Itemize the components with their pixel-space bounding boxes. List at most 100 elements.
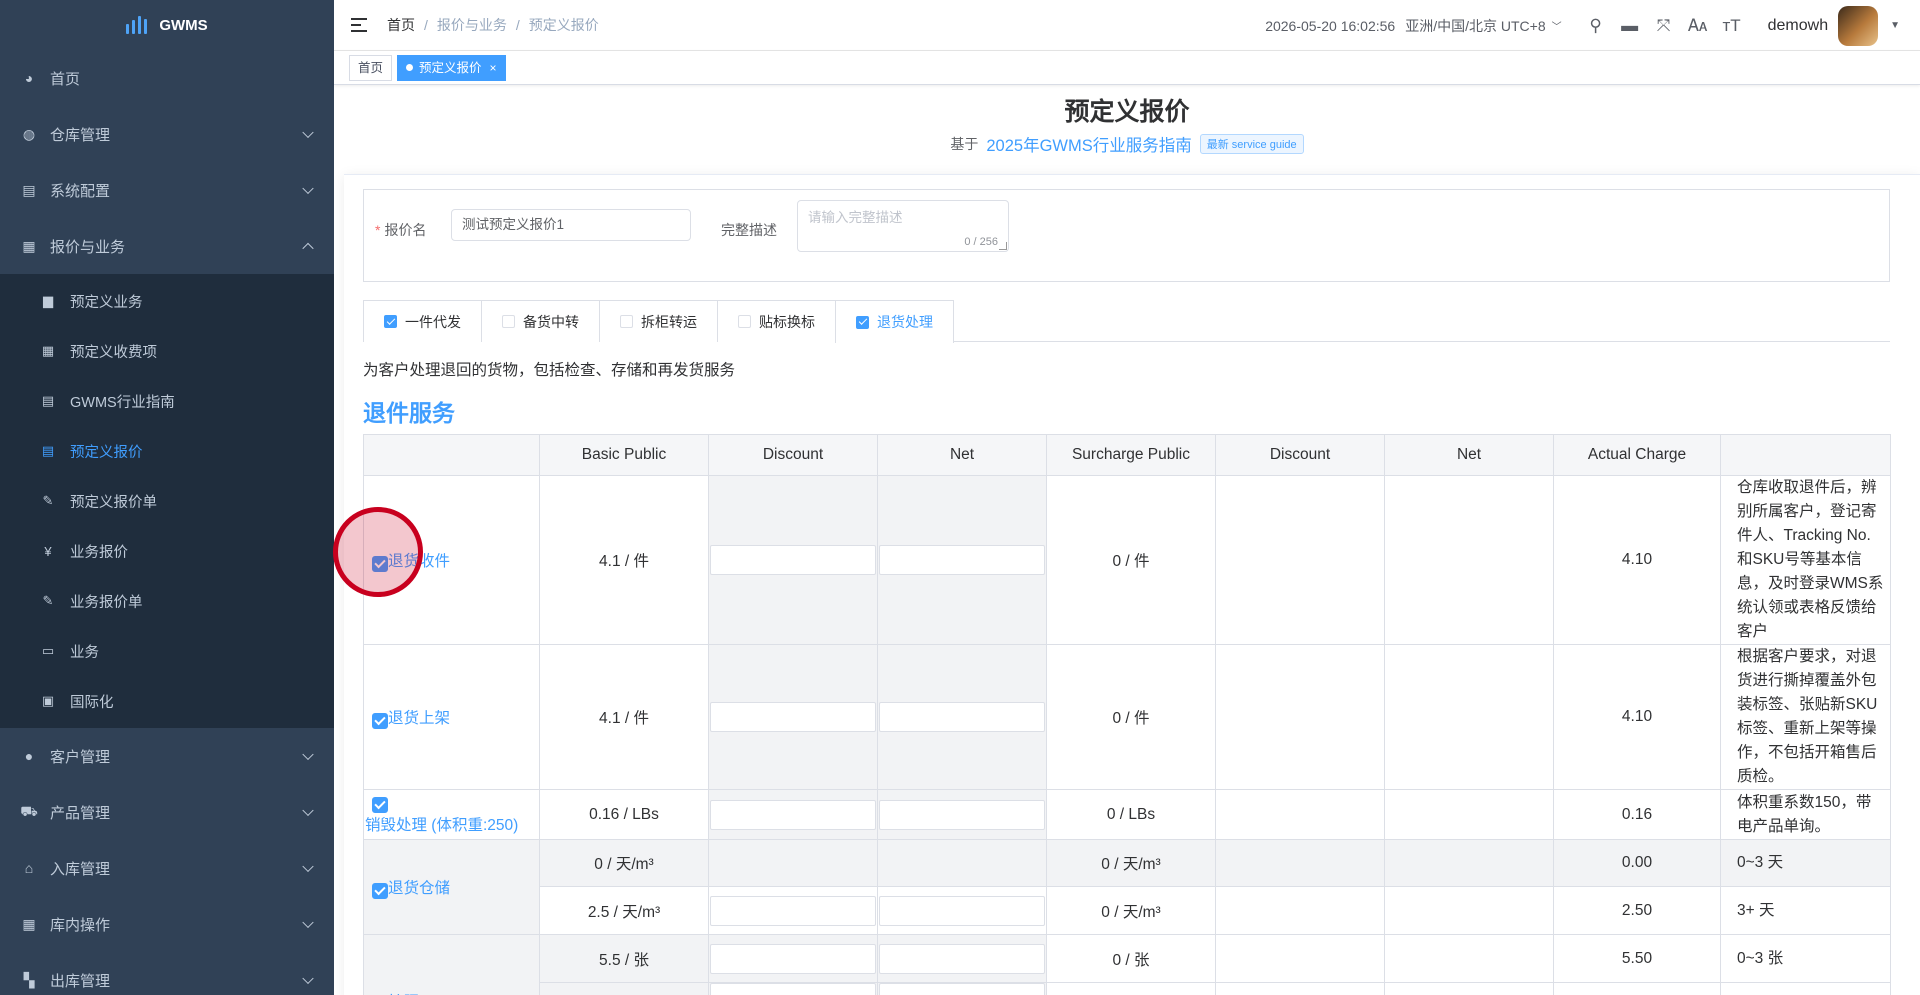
- row-item-label[interactable]: 退货上架: [388, 710, 450, 727]
- row-item-label[interactable]: 退货仓储: [388, 880, 450, 897]
- checkbox-icon[interactable]: [502, 315, 515, 328]
- net-input[interactable]: [879, 943, 1045, 974]
- checkbox-icon[interactable]: [620, 315, 633, 328]
- caret-down-icon[interactable]: ▼: [1890, 20, 1900, 31]
- sidebar-item-label: 预定义报价单: [70, 494, 157, 511]
- tab-dropshipping[interactable]: 一件代发: [363, 300, 481, 342]
- net-input[interactable]: [879, 983, 1045, 995]
- config-icon: ▤: [22, 181, 36, 198]
- name-label: * 报价名: [375, 222, 427, 238]
- service-tabs: 一件代发 备货中转 拆柜转运 贴标换标 退货处理: [363, 300, 1890, 343]
- description-label: 完整描述: [721, 222, 777, 238]
- timezone-label: 亚洲/中国/北京 UTC+8: [1405, 17, 1546, 34]
- discount-input[interactable]: [710, 799, 876, 830]
- tab-relabeling[interactable]: 贴标换标: [717, 300, 835, 342]
- sidebar-item-warehouse[interactable]: ◍ 仓库管理: [0, 106, 334, 162]
- guide-link[interactable]: 2025年GWMS行业服务指南: [986, 132, 1191, 156]
- fullscreen-icon[interactable]: ⤧: [1654, 16, 1674, 36]
- sidebar-item-predefined-quote[interactable]: ▤ 预定义报价: [0, 426, 334, 476]
- net-input[interactable]: [879, 799, 1045, 830]
- row-item[interactable]: 退货仓储: [363, 839, 540, 935]
- net-input[interactable]: [879, 895, 1045, 926]
- net-input[interactable]: [879, 545, 1045, 575]
- checkbox-checked-icon[interactable]: [372, 882, 388, 899]
- checkbox-checked-icon[interactable]: [856, 315, 869, 329]
- click-indicator: [333, 507, 423, 597]
- tab-label: 退货处理: [877, 314, 933, 330]
- translate-icon[interactable]: 🗛: [1688, 16, 1708, 36]
- search-icon[interactable]: ⚲: [1586, 16, 1606, 36]
- font-size-icon[interactable]: ᴛT: [1722, 16, 1742, 36]
- row-item[interactable]: 退货上架: [363, 644, 540, 790]
- tab-stock-transfer[interactable]: 备货中转: [481, 300, 599, 342]
- sidebar-item-inbound[interactable]: ⌂ 入库管理: [0, 840, 334, 896]
- checkbox-icon[interactable]: [738, 315, 751, 328]
- checkbox-checked-icon[interactable]: [372, 712, 388, 729]
- net-cell: [877, 789, 1047, 840]
- username[interactable]: demowh: [1768, 17, 1828, 35]
- row-item-label[interactable]: 销毁处理 (体积重:250): [365, 817, 518, 834]
- discount-input[interactable]: [710, 545, 876, 575]
- tag-current[interactable]: 预定义报价 ×: [397, 54, 506, 81]
- close-icon[interactable]: ×: [490, 56, 497, 80]
- sidebar-item-customers[interactable]: ● 客户管理: [0, 728, 334, 784]
- discount-input[interactable]: [710, 895, 876, 926]
- sidebar-item-quote-business[interactable]: ▦ 报价与业务: [0, 218, 334, 274]
- tag-home[interactable]: 首页: [349, 54, 393, 81]
- sidebar-item-industry-guide[interactable]: ▤ GWMS行业指南: [0, 376, 334, 426]
- resize-handle[interactable]: [999, 242, 1007, 250]
- tags-view: 首页 预定义报价 ×: [334, 51, 1920, 85]
- sidebar-item-inventory-ops[interactable]: ▦ 库内操作: [0, 896, 334, 952]
- hamburger-icon[interactable]: [351, 18, 367, 32]
- note-cell: 3+ 天: [1720, 886, 1891, 935]
- checkbox-checked-icon[interactable]: [372, 797, 388, 813]
- checkbox-checked-icon[interactable]: [384, 315, 397, 328]
- dashboard-icon: ◕: [24, 70, 34, 86]
- breadcrumb: 首页 / 报价与业务 / 预定义报价: [387, 15, 599, 35]
- tab-returns[interactable]: 退货处理: [835, 300, 954, 343]
- sidebar-item-business-quote-sheet[interactable]: ✎ 业务报价单: [0, 576, 334, 626]
- description-placeholder: 请输入完整描述: [808, 210, 903, 225]
- sidebar-item-label: 出库管理: [50, 972, 111, 990]
- avatar[interactable]: [1838, 5, 1879, 46]
- page-subtitle: 基于 2025年GWMS行业服务指南 最新 service guide: [334, 132, 1920, 156]
- chevron-down-icon: ﹀: [1551, 22, 1562, 33]
- row-item[interactable]: 销毁处理 (体积重:250): [363, 789, 540, 840]
- user-icon: ●: [24, 748, 34, 764]
- sidebar-item-predefined-business[interactable]: ▆ 预定义业务: [0, 276, 334, 326]
- message-icon[interactable]: ▬: [1620, 16, 1640, 36]
- col-header-note: [1720, 434, 1891, 476]
- sidebar-item-business[interactable]: ▭ 业务: [0, 626, 334, 676]
- surcharge-public-value: 0 / LBs: [1046, 789, 1216, 840]
- note-cell: 体积重系数150，带电产品单询。: [1720, 789, 1891, 840]
- quote-name-input[interactable]: 测试预定义报价1: [451, 209, 691, 241]
- note-cell: [1720, 982, 1891, 995]
- sidebar-item-predefined-quote-sheet[interactable]: ✎ 预定义报价单: [0, 476, 334, 526]
- sidebar-item-home[interactable]: ◕ 首页: [0, 50, 334, 106]
- surcharge-public-value: 0 / 件: [1046, 475, 1216, 645]
- sidebar-item-outbound[interactable]: ▚ 出库管理: [0, 952, 334, 995]
- tab-label: 拆柜转运: [641, 313, 697, 330]
- sidebar-item-business-quote[interactable]: ¥ 业务报价: [0, 526, 334, 576]
- discount-input[interactable]: [710, 983, 876, 995]
- discount-input[interactable]: [710, 702, 876, 732]
- sidebar-item-predefined-charges[interactable]: ▦ 预定义收费项: [0, 326, 334, 376]
- row-item[interactable]: 拍照: [363, 934, 540, 995]
- apps-icon: ▚: [23, 971, 35, 988]
- table-icon: ▦: [41, 343, 55, 358]
- sidebar-item-label: 预定义业务: [70, 294, 143, 311]
- sidebar-item-system-config[interactable]: ▤ 系统配置: [0, 162, 334, 218]
- discount-input[interactable]: [710, 943, 876, 974]
- breadcrumb-home[interactable]: 首页: [387, 15, 415, 35]
- timezone-select[interactable]: 亚洲/中国/北京 UTC+8 ﹀: [1405, 16, 1561, 36]
- description-textarea[interactable]: 请输入完整描述 0 / 256: [797, 200, 1009, 252]
- tab-devanning[interactable]: 拆柜转运: [599, 300, 717, 342]
- sidebar-item-i18n[interactable]: ▣ 国际化: [0, 676, 334, 726]
- table-row: 2.5 / 天/m³ 0 / 天/m³ 2.50 3+ 天: [364, 886, 1891, 935]
- basic-public-value: 0.16 / LBs: [539, 789, 709, 840]
- sidebar-item-products[interactable]: ⛟ 产品管理: [0, 784, 334, 840]
- chevron-down-icon: [302, 748, 314, 761]
- net-input[interactable]: [879, 702, 1045, 732]
- app-logo[interactable]: GWMS: [0, 0, 334, 50]
- col-header-surcharge-public: Surcharge Public: [1046, 434, 1216, 476]
